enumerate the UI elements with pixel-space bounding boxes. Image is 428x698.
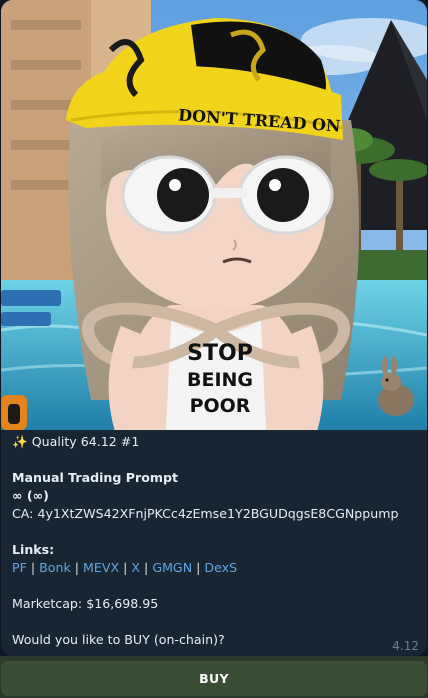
links-label: Links: xyxy=(12,542,55,557)
character-artwork: STOP BEING POOR DON'T TREAD ON xyxy=(1,0,427,430)
links-row: PF | Bonk | MEVX | X | GMGN | DexS xyxy=(12,559,413,577)
message-bubble: STOP BEING POOR DON'T TREAD ON ✨ Quality… xyxy=(1,0,427,656)
link-x[interactable]: X xyxy=(131,560,140,575)
link-separator: | xyxy=(30,560,36,575)
quality-line: ✨ Quality 64.12 #1 xyxy=(12,433,413,451)
buy-question: Would you like to BUY (on-chain)? xyxy=(12,632,225,647)
marketcap-line: Marketcap: $16,698.95 xyxy=(12,595,413,613)
link-dexs[interactable]: DexS xyxy=(204,560,237,575)
prompt-title: Manual Trading Prompt xyxy=(12,470,179,485)
shirt-text-line-1: STOP xyxy=(187,341,253,366)
ca-label: CA: xyxy=(12,506,34,521)
link-mevx[interactable]: MEVX xyxy=(83,560,119,575)
marketcap-label: Marketcap: xyxy=(12,596,83,611)
link-separator: | xyxy=(144,560,149,575)
quality-text: Quality 64.12 #1 xyxy=(31,434,140,449)
marketcap-value: $16,698.95 xyxy=(86,596,159,611)
contract-address[interactable]: 4y1XtZWS42XFnjPKCc4zEmse1Y2BGUDqgsE8CGNp… xyxy=(37,506,398,521)
link-separator: | xyxy=(74,560,80,575)
link-pf[interactable]: PF xyxy=(12,560,27,575)
link-bonk[interactable]: Bonk xyxy=(39,560,71,575)
shirt-text-line-3: POOR xyxy=(190,395,251,417)
token-symbol: ∞ (∞) xyxy=(12,488,49,503)
link-separator: | xyxy=(123,560,128,575)
message-image[interactable]: STOP BEING POOR DON'T TREAD ON xyxy=(1,0,427,430)
buy-button[interactable]: BUY xyxy=(1,661,427,696)
message-caption: ✨ Quality 64.12 #1 Manual Trading Prompt… xyxy=(12,430,413,649)
link-separator: | xyxy=(196,560,201,575)
link-gmgn[interactable]: GMGN xyxy=(152,560,192,575)
sparkles-icon: ✨ xyxy=(12,434,28,449)
contract-address-line: CA: 4y1XtZWS42XFnjPKCc4zEmse1Y2BGUDqgsE8… xyxy=(12,505,413,523)
message-time: 4.12 xyxy=(392,639,419,653)
shirt-text-line-2: BEING xyxy=(187,369,253,391)
